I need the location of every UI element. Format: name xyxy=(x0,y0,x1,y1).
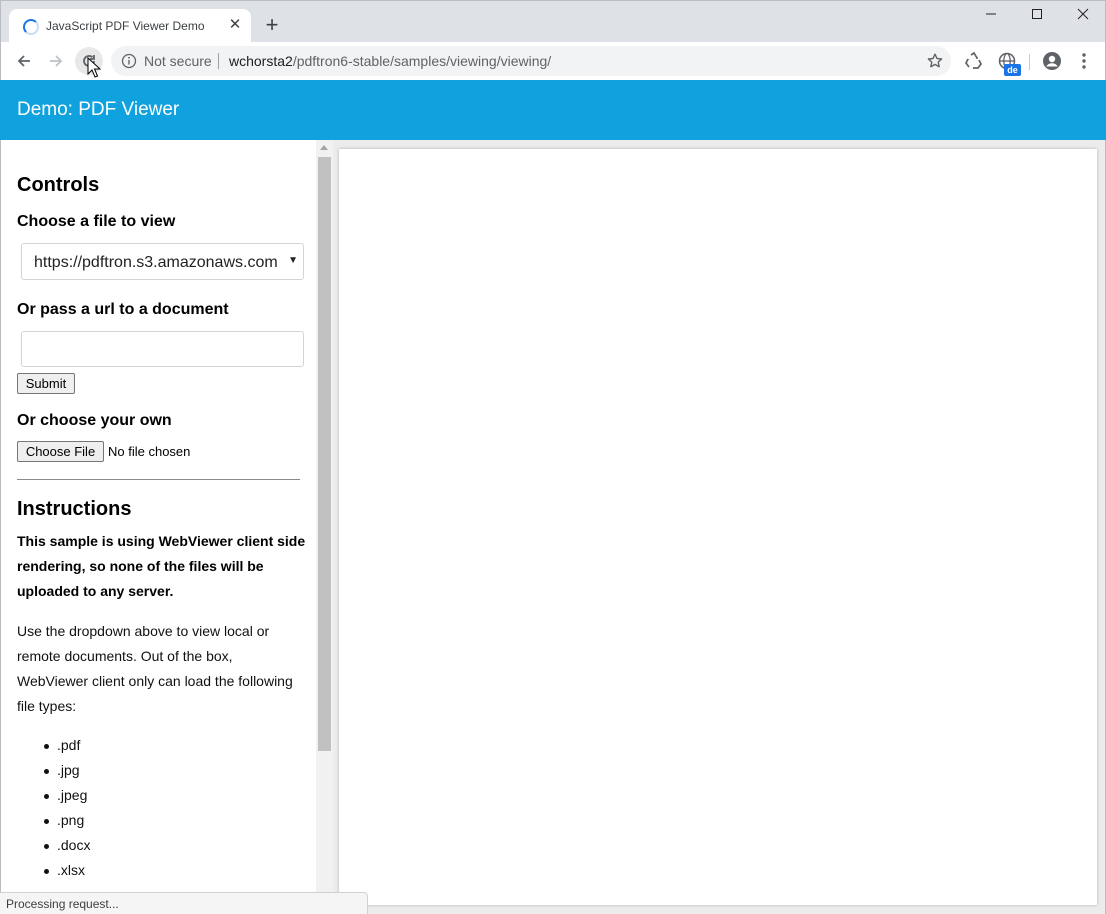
forward-button[interactable] xyxy=(42,47,70,75)
list-item: .jpg xyxy=(17,758,90,783)
instructions-heading: Instructions xyxy=(17,498,132,520)
instructions-text: Use the dropdown above to view local or … xyxy=(17,623,293,714)
url-label: Or pass a url to a document xyxy=(17,301,229,318)
browser-titlebar: JavaScript PDF Viewer Demo ✕ + xyxy=(0,0,1106,43)
controls-heading: Controls xyxy=(17,174,100,196)
window-minimize-button[interactable] xyxy=(968,3,1014,31)
controls-sidebar: Controls Choose a file to view https://p… xyxy=(0,140,316,914)
scrollbar-thumb[interactable] xyxy=(318,157,331,751)
list-item: .jpeg xyxy=(17,783,90,808)
arrow-left-icon xyxy=(17,55,30,67)
security-label[interactable]: Not secure xyxy=(144,53,212,69)
status-text: Processing request... xyxy=(6,897,119,911)
file-types-list: .pdf .jpg .jpeg .png .docx .xlsx xyxy=(17,733,90,883)
list-item: .xlsx xyxy=(17,858,90,883)
window-close-button[interactable] xyxy=(1060,3,1106,31)
bookmark-star-icon[interactable] xyxy=(926,52,944,70)
mouse-cursor-icon xyxy=(87,57,101,78)
menu-dots-icon[interactable] xyxy=(1074,51,1094,71)
recycle-extension-icon[interactable] xyxy=(964,51,984,71)
scroll-up-arrow-icon[interactable] xyxy=(320,145,328,150)
page-header: Demo: PDF Viewer xyxy=(0,80,1106,140)
status-bubble: Processing request... xyxy=(0,892,368,914)
browser-toolbar: Not secure wchorsta2/pdftron6-stable/sam… xyxy=(0,42,1106,80)
section-divider xyxy=(17,479,300,480)
arrow-right-icon xyxy=(50,55,63,67)
url-host: wchorsta2 xyxy=(229,53,293,69)
no-file-chosen-text: No file chosen xyxy=(108,444,191,459)
extension-badge: de xyxy=(1004,64,1021,76)
new-tab-button[interactable]: + xyxy=(260,14,284,38)
file-select-value: https://pdftron.s3.amazonaws.com xyxy=(34,254,278,271)
window-maximize-button[interactable] xyxy=(1014,3,1060,31)
submit-button[interactable]: Submit xyxy=(17,373,75,394)
url-path: /pdftron6-stable/samples/viewing/viewing… xyxy=(292,53,552,69)
loading-spinner-icon xyxy=(23,19,39,35)
list-item: .pdf xyxy=(17,733,90,758)
choose-file-button[interactable]: Choose File xyxy=(17,441,104,462)
browser-tab[interactable]: JavaScript PDF Viewer Demo ✕ xyxy=(9,9,251,43)
pdf-viewer xyxy=(333,140,1106,914)
document-page[interactable] xyxy=(339,149,1097,905)
file-select-dropdown[interactable]: https://pdftron.s3.amazonaws.com ▼ xyxy=(21,243,304,280)
list-item: .docx xyxy=(17,833,90,858)
back-button[interactable] xyxy=(10,47,38,75)
choose-file-label: Choose a file to view xyxy=(17,213,176,230)
sidebar-scrollbar[interactable] xyxy=(316,140,333,914)
profile-avatar-icon[interactable] xyxy=(1042,51,1062,71)
info-icon[interactable] xyxy=(121,53,137,69)
url-text[interactable]: wchorsta2/pdftron6-stable/samples/viewin… xyxy=(229,53,551,69)
tab-title: JavaScript PDF Viewer Demo xyxy=(46,19,205,33)
tab-close-icon[interactable]: ✕ xyxy=(225,15,245,35)
instructions-note: This sample is using WebViewer client si… xyxy=(17,533,306,599)
document-url-input[interactable] xyxy=(21,331,304,367)
page-title: Demo: PDF Viewer xyxy=(17,99,180,120)
dropdown-arrow-icon: ▼ xyxy=(288,255,298,266)
choose-own-label: Or choose your own xyxy=(17,412,172,429)
address-bar[interactable]: Not secure wchorsta2/pdftron6-stable/sam… xyxy=(111,46,951,76)
list-item: .png xyxy=(17,808,90,833)
toolbar-separator xyxy=(1029,54,1030,70)
omnibox-separator xyxy=(218,53,219,69)
